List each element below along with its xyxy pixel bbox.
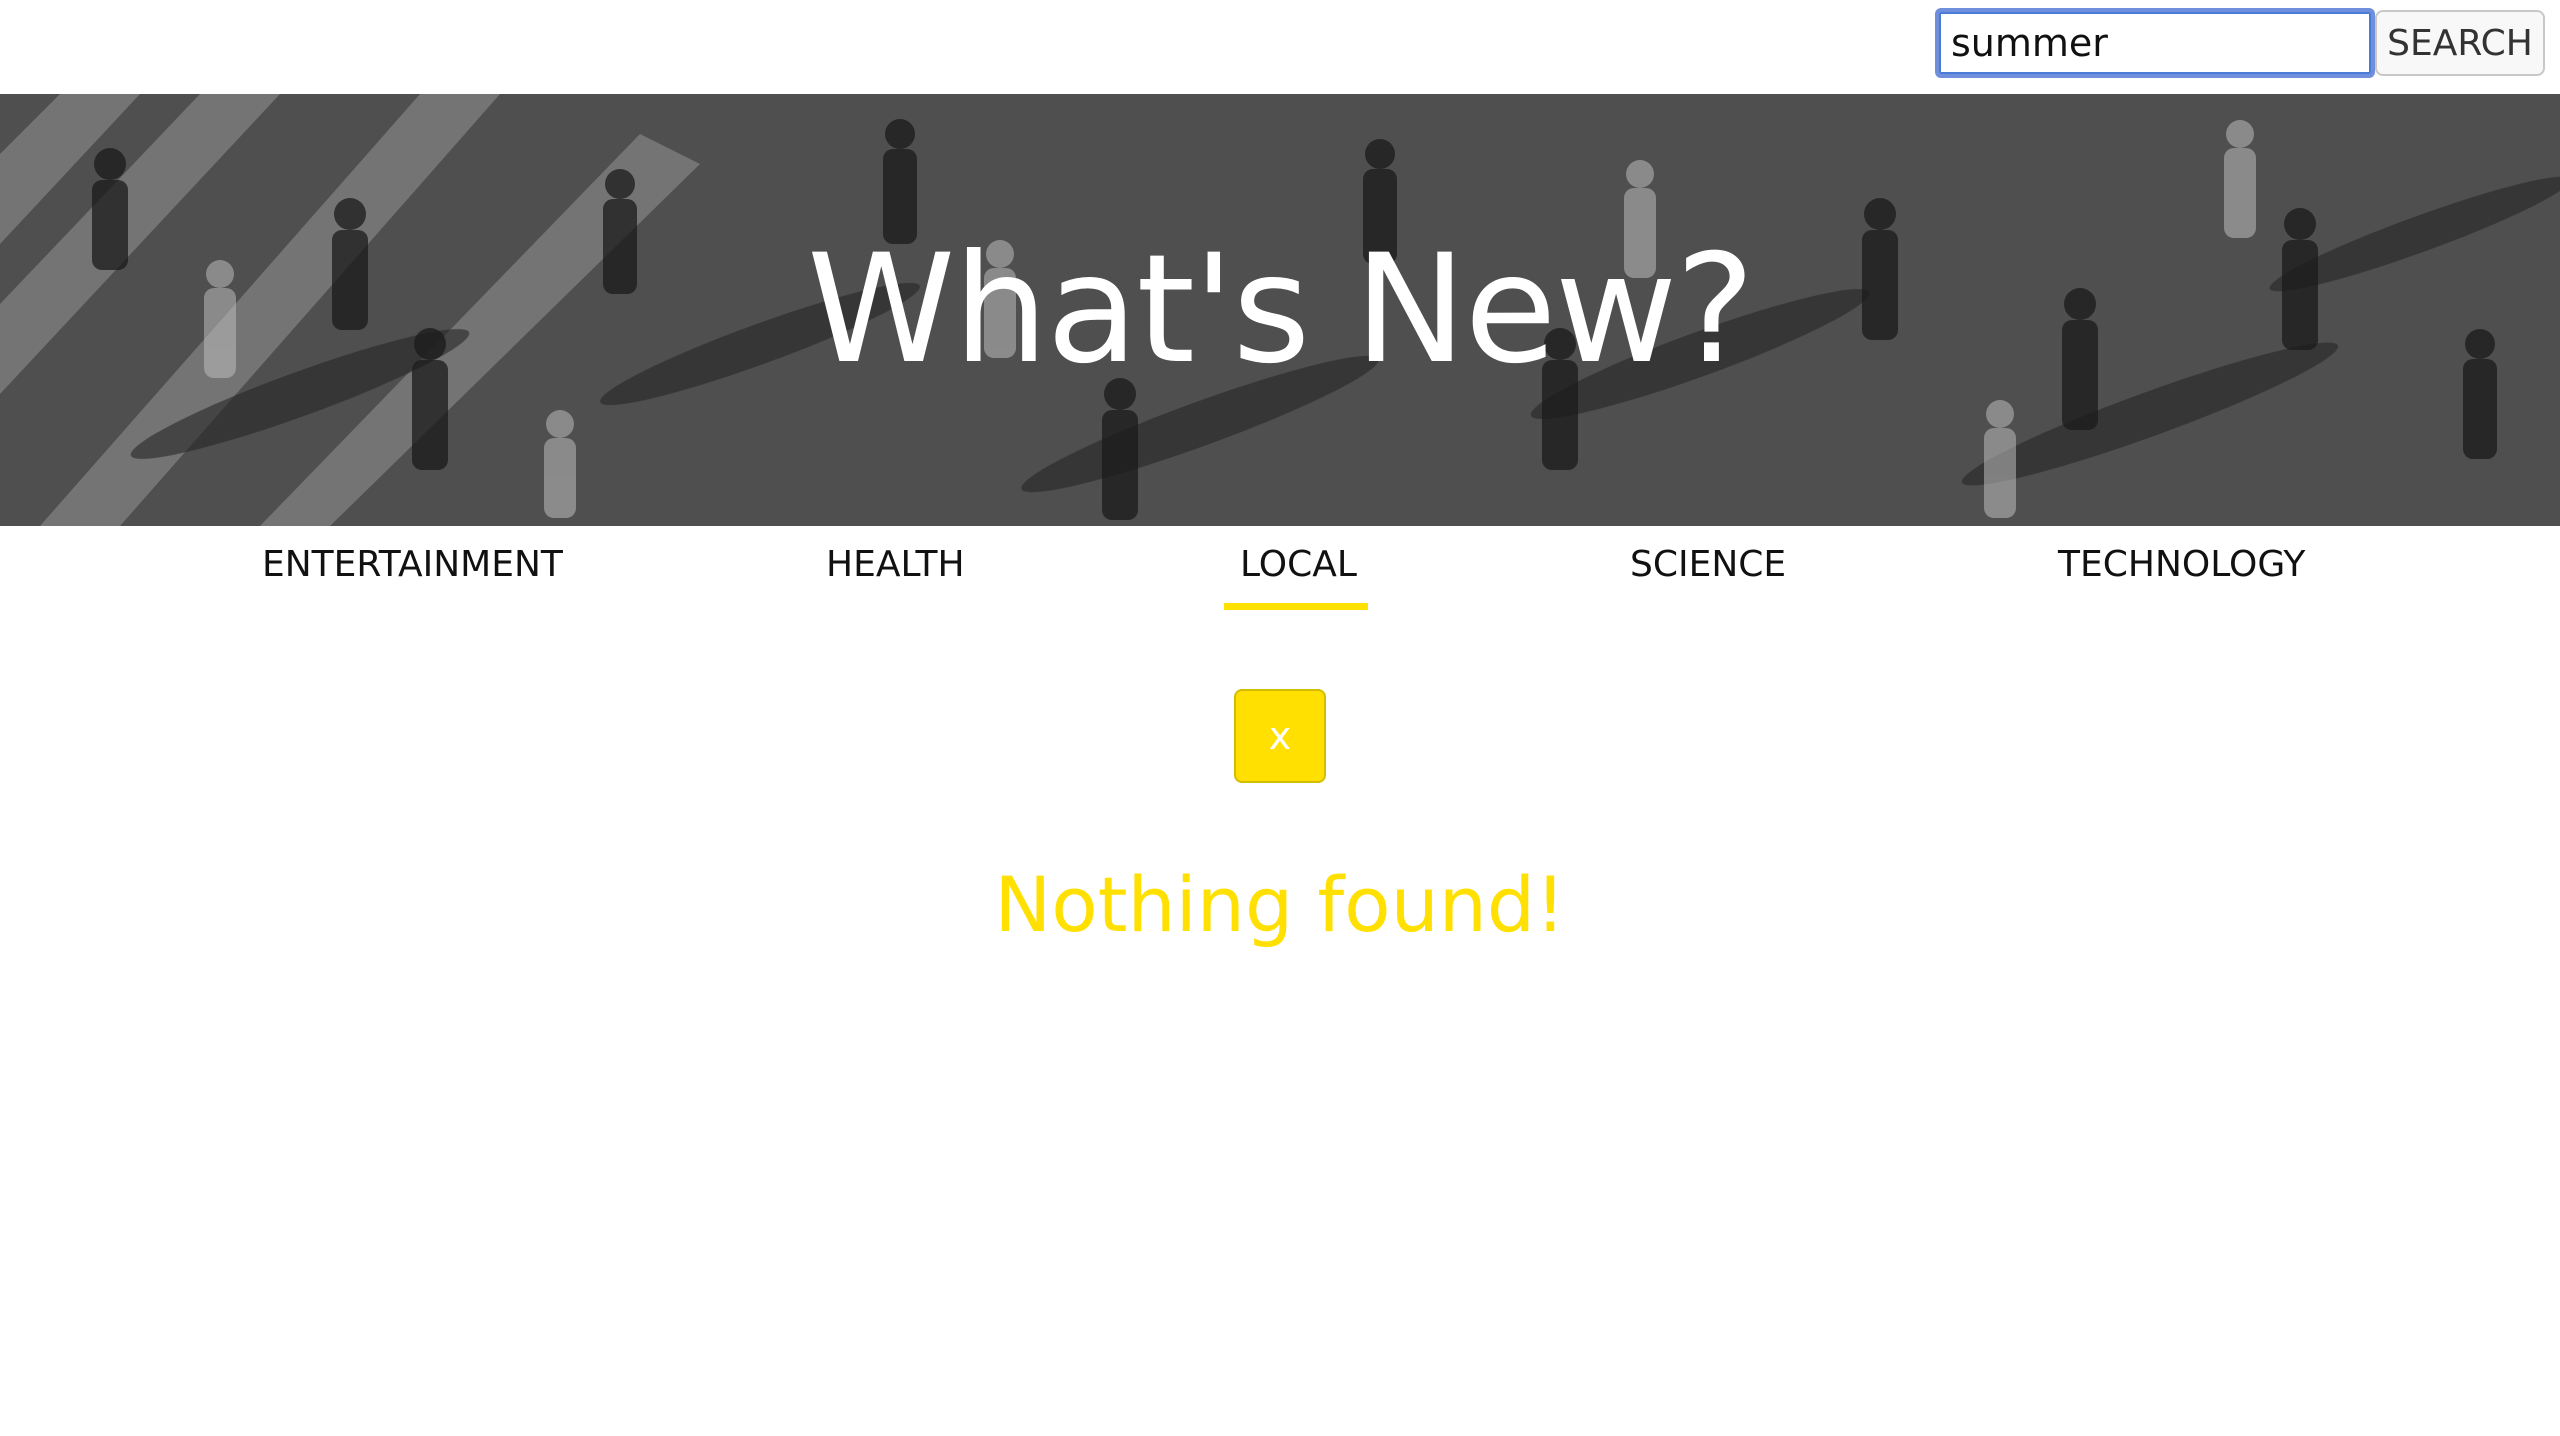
empty-results-message: Nothing found!	[994, 860, 1566, 949]
hero-banner: What's New?	[0, 94, 2560, 526]
search-button[interactable]: SEARCH	[2375, 10, 2545, 76]
tab-science[interactable]: SCIENCE	[1630, 526, 1786, 610]
tab-entertainment[interactable]: ENTERTAINMENT	[262, 526, 563, 610]
tab-technology[interactable]: TECHNOLOGY	[2058, 526, 2305, 610]
page-title: What's New?	[807, 223, 1755, 397]
top-bar: SEARCH	[0, 0, 2560, 94]
category-nav: ENTERTAINMENT HEALTH LOCAL SCIENCE TECHN…	[0, 526, 2560, 610]
tab-local[interactable]: LOCAL	[1224, 526, 1368, 610]
tab-health[interactable]: HEALTH	[826, 526, 965, 610]
close-results-button[interactable]: x	[1234, 689, 1326, 783]
search-input[interactable]	[1935, 8, 2375, 78]
